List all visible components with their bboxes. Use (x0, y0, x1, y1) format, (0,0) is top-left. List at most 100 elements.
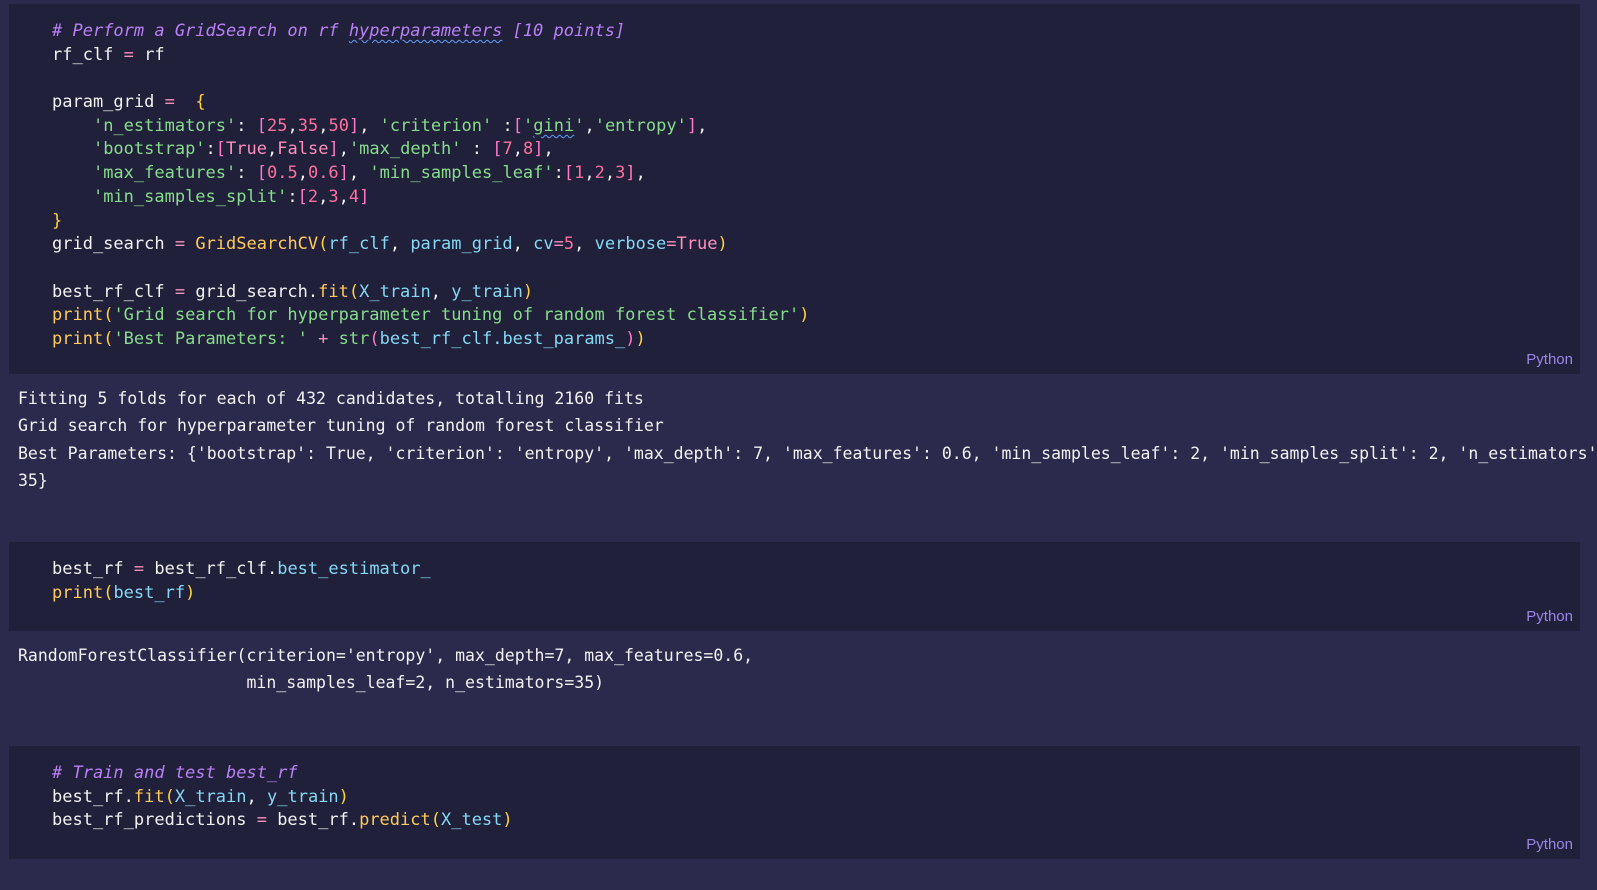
code-token: fit (318, 281, 349, 302)
code-token: : (236, 115, 257, 136)
code-token: best_rf_clf.best_params_ (379, 328, 626, 349)
code-token: 'bootstrap' (92, 139, 206, 160)
code-token: # Train and test best_rf (52, 763, 298, 783)
code-token: ( (430, 810, 441, 831)
code-token: 'min_samples_leaf' (369, 163, 554, 184)
code-line: grid_search = GridSearchCV(rf_clf, param… (52, 233, 809, 257)
code-token: , (635, 163, 646, 184)
code-editor[interactable]: # Train and test best_rf best_rf.fit(X_tr… (52, 762, 513, 833)
code-token: best_rf_clf (52, 281, 175, 302)
code-token: ) (185, 582, 196, 603)
code-token: best_rf (113, 582, 186, 603)
code-token: ) (635, 328, 646, 349)
code-token: = (123, 44, 134, 65)
code-line: print('Best Parameters: ' + str(best_rf_… (52, 328, 809, 352)
code-token: ] (348, 115, 360, 136)
code-token: , (267, 139, 278, 160)
language-label[interactable]: Python (1526, 836, 1573, 853)
code-token: 25 (266, 115, 288, 136)
code-token: X_train (174, 786, 247, 807)
code-editor[interactable]: # Perform a GridSearch on rf hyperparame… (52, 20, 809, 352)
code-token: print (52, 328, 104, 349)
code-token: , (389, 234, 411, 255)
code-token: , (359, 115, 380, 136)
code-line: # Perform a GridSearch on rf hyperparame… (52, 20, 809, 44)
code-token: ] (533, 139, 544, 160)
code-token: ) (799, 305, 810, 326)
code-token: ) (522, 281, 534, 302)
code-token: predict (359, 810, 431, 831)
code-token: # Perform a GridSearch on rf (52, 21, 349, 41)
code-token: X_train (359, 281, 431, 302)
code-token: best_estimator_ (277, 559, 431, 579)
code-token: ( (103, 305, 114, 326)
code-token: ' (523, 115, 534, 136)
code-token: ] (625, 163, 636, 184)
code-token: { (195, 92, 206, 113)
code-token: rf_clf (52, 44, 124, 65)
code-token: , (512, 139, 523, 160)
code-token: 'Best Parameters: ' (113, 328, 308, 349)
code-token: gini (533, 115, 575, 136)
code-line: print('Grid search for hyperparameter tu… (52, 304, 809, 328)
code-token: X_test (440, 810, 503, 831)
code-line: } (52, 210, 809, 234)
code-token: False (277, 139, 329, 160)
code-token: 'n_estimators' (92, 115, 237, 136)
code-token: fit (133, 786, 165, 807)
code-line: print(best_rf) (52, 582, 431, 606)
code-token: ( (369, 328, 380, 349)
code-token: [ (297, 186, 308, 207)
code-token: y_train (267, 786, 339, 807)
code-token: best_rf. (52, 786, 134, 807)
code-token: 'criterion' (379, 115, 493, 136)
code-line: 'bootstrap':[True,False],'max_depth' : [… (52, 138, 809, 162)
code-token: 7 (502, 139, 513, 160)
code-cell-best-estimator[interactable]: best_rf = best_rf_clf.best_estimator_pri… (9, 542, 1580, 631)
language-label[interactable]: Python (1526, 351, 1573, 368)
code-token: [ (215, 139, 227, 160)
code-token: + (318, 328, 329, 349)
code-token: 5 (563, 234, 575, 255)
code-line: rf_clf = rf (52, 44, 809, 68)
code-line: best_rf.fit(X_train, y_train) (52, 786, 513, 810)
code-token: ( (103, 328, 114, 349)
code-line: 'n_estimators': [25,35,50], 'criterion' … (52, 115, 809, 139)
code-token: best_rf_clf. (144, 559, 278, 579)
output-line: Best Parameters: {'bootstrap': True, 'cr… (18, 443, 1597, 463)
code-token: True (676, 234, 718, 255)
code-token: 0.6 (307, 163, 339, 184)
code-cell-grid-search[interactable]: # Perform a GridSearch on rf hyperparame… (9, 4, 1580, 374)
code-line: best_rf_clf = grid_search.fit(X_train, y… (52, 281, 809, 305)
code-token: rf_clf (328, 234, 390, 255)
code-token: param_grid (52, 92, 165, 113)
code-token: ( (103, 582, 114, 603)
code-token: 'max_features' (92, 163, 237, 184)
code-token: = (133, 559, 145, 579)
code-token: best_rf (52, 559, 134, 579)
code-token: ] (686, 115, 698, 136)
code-line: 'max_features': [0.5,0.6], 'min_samples_… (52, 162, 809, 186)
code-token: = (666, 234, 677, 255)
language-label[interactable]: Python (1526, 608, 1573, 625)
code-editor[interactable]: best_rf = best_rf_clf.best_estimator_pri… (52, 558, 431, 605)
code-token: best_rf_predictions (52, 810, 257, 831)
code-token: 50 (328, 115, 349, 136)
code-token: , (287, 115, 298, 136)
code-cell-train-test[interactable]: # Train and test best_rf best_rf.fit(X_tr… (9, 746, 1580, 859)
code-token: = (164, 92, 175, 113)
code-token: [ (492, 139, 503, 160)
code-token: ) (502, 810, 513, 831)
code-token: , (338, 186, 349, 207)
code-token: = (174, 281, 186, 302)
code-token: ) (717, 234, 728, 255)
code-token: ' (574, 115, 585, 136)
code-token: 8 (523, 139, 534, 160)
